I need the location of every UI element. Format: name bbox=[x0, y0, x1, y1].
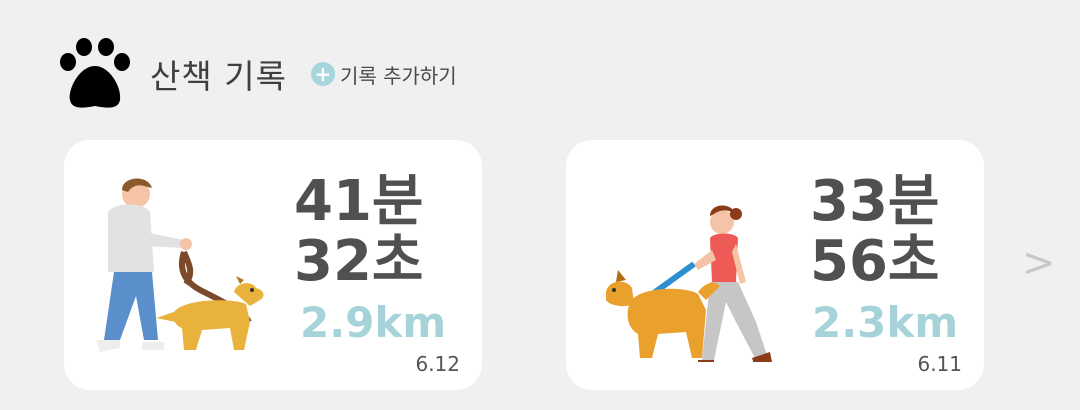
paw-icon bbox=[60, 38, 130, 108]
man-walking-dog-illustration bbox=[96, 178, 264, 352]
walk-distance: 2.9km bbox=[300, 298, 447, 347]
walk-distance: 2.3km bbox=[812, 298, 959, 347]
walk-record-card[interactable]: 33분 56초 2.3km 6.11 bbox=[566, 140, 984, 390]
duration-seconds: 32초 bbox=[294, 229, 424, 294]
walk-duration: 33분 56초 bbox=[810, 172, 939, 292]
page-title: 산책 기록 bbox=[150, 57, 287, 96]
walk-log-header: 산책 기록 + 기록 추가하기 bbox=[58, 38, 457, 110]
next-arrow-button[interactable]: > bbox=[1022, 240, 1056, 286]
plus-icon: + bbox=[310, 62, 335, 86]
duration-seconds: 56초 bbox=[810, 229, 940, 294]
walk-date: 6.12 bbox=[415, 352, 460, 376]
woman-walking-dog-illustration bbox=[606, 205, 772, 362]
add-record-button[interactable]: + 기록 추가하기 bbox=[310, 60, 457, 89]
duration-minutes: 41분 bbox=[294, 169, 424, 234]
walk-duration: 41분 32초 bbox=[294, 172, 423, 292]
add-record-label: 기록 추가하기 bbox=[339, 63, 457, 88]
walk-record-card[interactable]: 41분 32초 2.9km 6.12 bbox=[64, 140, 482, 390]
duration-minutes: 33분 bbox=[810, 169, 940, 234]
walk-date: 6.11 bbox=[917, 352, 962, 376]
